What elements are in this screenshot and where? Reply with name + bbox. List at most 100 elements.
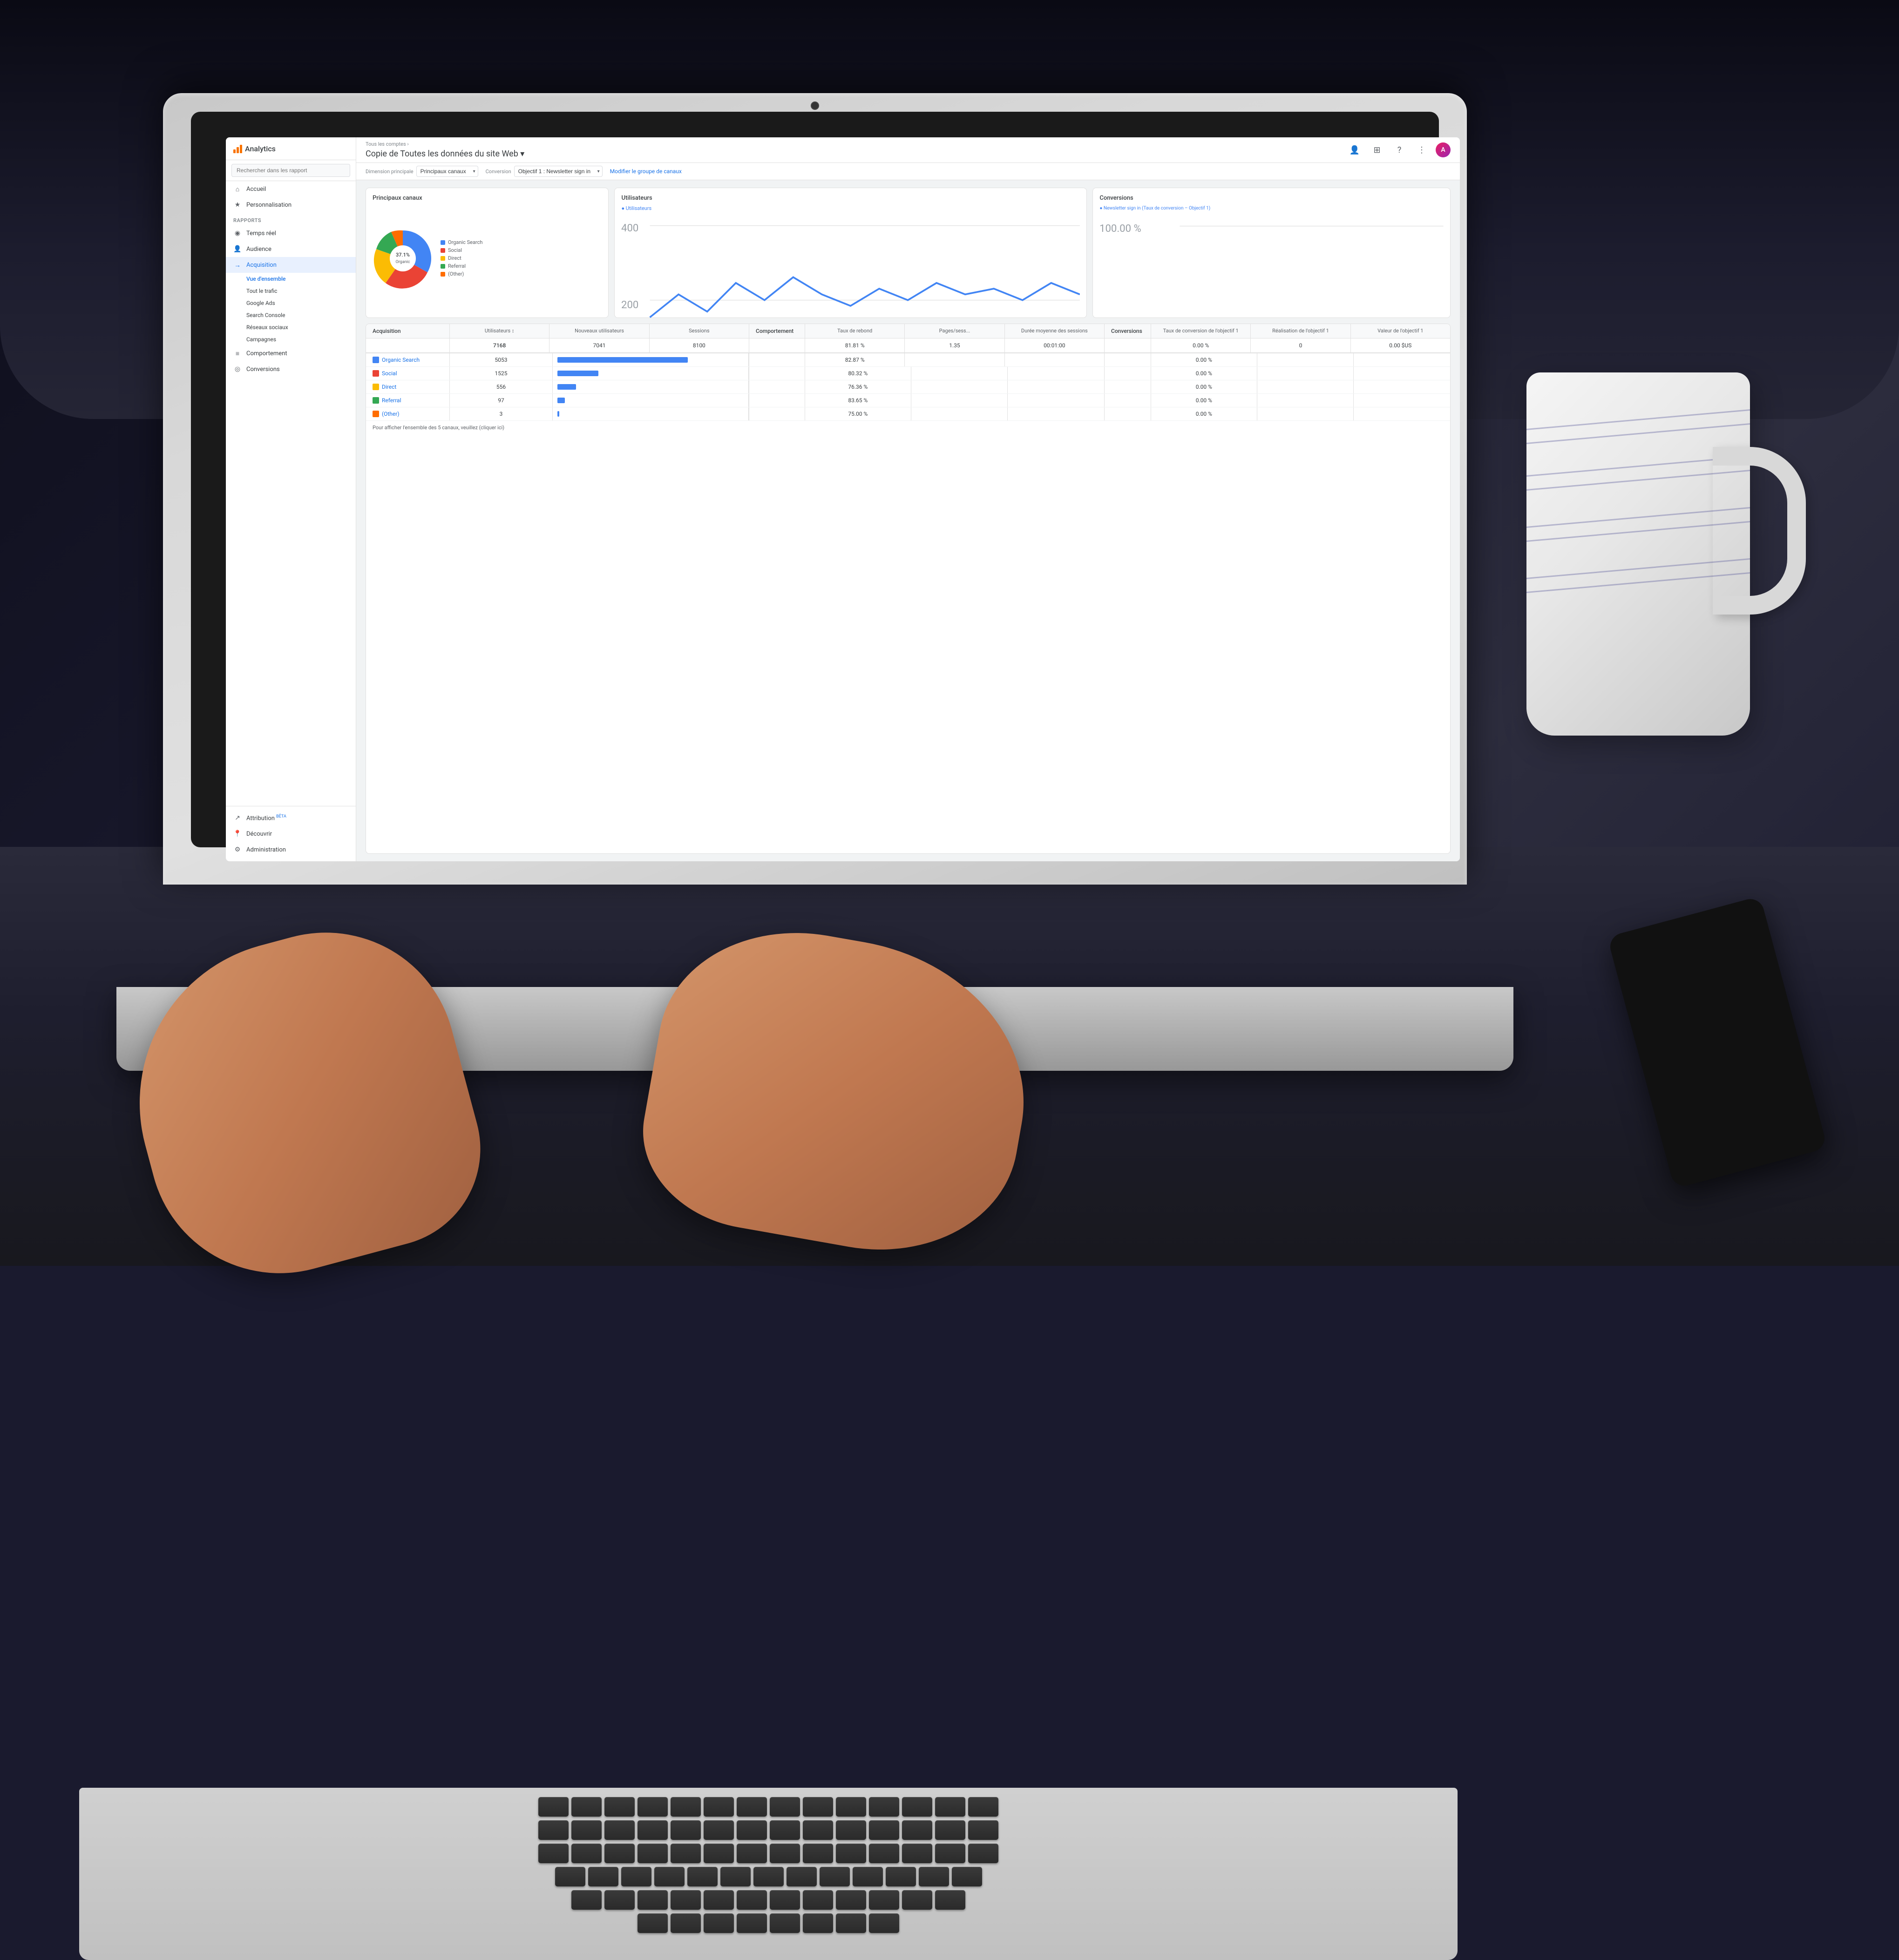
key-f12[interactable] — [935, 1797, 965, 1817]
key-8[interactable] — [803, 1820, 833, 1840]
key-alt-r[interactable] — [770, 1913, 800, 1933]
conversion-select[interactable]: Objectif 1 : Newsletter sign in — [514, 166, 603, 177]
col-duration[interactable]: Durée moyenne des sessions — [1005, 324, 1104, 338]
channel-cell-2[interactable]: Social — [366, 367, 450, 380]
modify-channels-link[interactable]: Modifier le groupe de canaux — [610, 168, 682, 175]
submenu-all-traffic[interactable]: Tout le trafic — [239, 285, 356, 297]
help-icon-btn[interactable]: ? — [1391, 142, 1408, 158]
submenu-overview[interactable]: Vue d'ensemble — [239, 273, 356, 285]
key-semicolon[interactable] — [886, 1867, 916, 1886]
key-enter[interactable] — [952, 1867, 982, 1886]
key-f6[interactable] — [737, 1797, 767, 1817]
key-v[interactable] — [704, 1890, 734, 1910]
key-0[interactable] — [869, 1820, 899, 1840]
key-period[interactable] — [869, 1890, 899, 1910]
key-j[interactable] — [787, 1867, 817, 1886]
key-k[interactable] — [820, 1867, 850, 1886]
key-quote[interactable] — [919, 1867, 949, 1886]
key-f7[interactable] — [770, 1797, 800, 1817]
col-goal-value[interactable]: Valeur de l'objectif 1 — [1351, 324, 1450, 338]
key-3[interactable] — [638, 1820, 668, 1840]
key-f8[interactable] — [803, 1797, 833, 1817]
key-backtick[interactable] — [538, 1820, 569, 1840]
channel-cell-1[interactable]: Organic Search — [366, 353, 450, 366]
submenu-campaigns[interactable]: Campagnes — [239, 333, 356, 345]
key-minus[interactable] — [902, 1820, 932, 1840]
key-y[interactable] — [737, 1844, 767, 1863]
key-arrow-left[interactable] — [803, 1913, 833, 1933]
key-h[interactable] — [753, 1867, 784, 1886]
key-arrow-up[interactable] — [836, 1913, 866, 1933]
key-7[interactable] — [770, 1820, 800, 1840]
col-sessions[interactable]: Sessions — [650, 324, 749, 338]
key-o[interactable] — [836, 1844, 866, 1863]
key-m[interactable] — [803, 1890, 833, 1910]
key-q[interactable] — [571, 1844, 602, 1863]
sidebar-item-conversions[interactable]: ◎ Conversions — [226, 361, 356, 377]
sidebar-item-home[interactable]: ⌂ Accueil — [226, 181, 356, 197]
key-f3[interactable] — [638, 1797, 668, 1817]
sidebar-item-attribution[interactable]: ↗ Attribution BÊTA — [226, 810, 356, 826]
user-icon-btn[interactable]: 👤 — [1346, 142, 1363, 158]
key-fn[interactable] — [638, 1913, 668, 1933]
submenu-search-console[interactable]: Search Console — [239, 309, 356, 321]
key-e[interactable] — [638, 1844, 668, 1863]
dimension-select[interactable]: Principaux canaux — [416, 166, 478, 177]
key-i[interactable] — [803, 1844, 833, 1863]
key-ctrl[interactable] — [671, 1913, 701, 1933]
channel-cell-3[interactable]: Direct — [366, 380, 450, 393]
key-w[interactable] — [604, 1844, 635, 1863]
key-1[interactable] — [571, 1820, 602, 1840]
key-shift-l[interactable] — [571, 1890, 602, 1910]
more-icon-btn[interactable]: ⋮ — [1413, 142, 1430, 158]
key-u[interactable] — [770, 1844, 800, 1863]
key-f[interactable] — [687, 1867, 718, 1886]
col-conv-rate[interactable]: Taux de conversion de l'objectif 1 — [1151, 324, 1251, 338]
key-f11[interactable] — [902, 1797, 932, 1817]
key-g[interactable] — [720, 1867, 751, 1886]
key-6[interactable] — [737, 1820, 767, 1840]
col-bounce[interactable]: Taux de rebond — [805, 324, 905, 338]
key-5[interactable] — [704, 1820, 734, 1840]
key-equals[interactable] — [935, 1820, 965, 1840]
key-d[interactable] — [654, 1867, 685, 1886]
sidebar-item-personalize[interactable]: ★ Personnalisation — [226, 197, 356, 213]
key-arrow-right[interactable] — [869, 1913, 899, 1933]
col-new-users[interactable]: Nouveaux utilisateurs — [549, 324, 649, 338]
key-2[interactable] — [604, 1820, 635, 1840]
key-bracket-r[interactable] — [935, 1844, 965, 1863]
key-f2[interactable] — [604, 1797, 635, 1817]
key-slash[interactable] — [902, 1890, 932, 1910]
key-capslock[interactable] — [555, 1867, 585, 1886]
key-f5[interactable] — [704, 1797, 734, 1817]
grid-icon-btn[interactable]: ⊞ — [1369, 142, 1385, 158]
key-shift-r[interactable] — [935, 1890, 965, 1910]
key-9[interactable] — [836, 1820, 866, 1840]
key-alt[interactable] — [704, 1913, 734, 1933]
sidebar-item-behavior[interactable]: ≡ Comportement — [226, 345, 356, 361]
sidebar-item-acquisition[interactable]: → Acquisition — [226, 257, 356, 273]
page-title[interactable]: Copie de Toutes les données du site Web … — [366, 149, 524, 159]
key-p[interactable] — [869, 1844, 899, 1863]
key-f1[interactable] — [571, 1797, 602, 1817]
col-goal-comp[interactable]: Réalisation de l'objectif 1 — [1251, 324, 1350, 338]
key-4[interactable] — [671, 1820, 701, 1840]
key-f4[interactable] — [671, 1797, 701, 1817]
key-b[interactable] — [737, 1890, 767, 1910]
key-esc[interactable] — [538, 1797, 569, 1817]
key-f9[interactable] — [836, 1797, 866, 1817]
col-pages[interactable]: Pages/sess... — [905, 324, 1004, 338]
submenu-google-ads[interactable]: Google Ads — [239, 297, 356, 309]
key-space[interactable] — [737, 1913, 767, 1933]
key-n[interactable] — [770, 1890, 800, 1910]
channel-cell-4[interactable]: Referral — [366, 394, 450, 407]
key-c[interactable] — [671, 1890, 701, 1910]
channel-cell-5[interactable]: (Other) — [366, 407, 450, 420]
submenu-social[interactable]: Réseaux sociaux — [239, 321, 356, 333]
key-comma[interactable] — [836, 1890, 866, 1910]
sidebar-item-audience[interactable]: 👤 Audience — [226, 241, 356, 257]
sidebar-item-admin[interactable]: ⚙ Administration — [226, 842, 356, 858]
sidebar-item-realtime[interactable]: ◉ Temps réel — [226, 225, 356, 241]
key-z[interactable] — [604, 1890, 635, 1910]
key-del[interactable] — [968, 1797, 998, 1817]
